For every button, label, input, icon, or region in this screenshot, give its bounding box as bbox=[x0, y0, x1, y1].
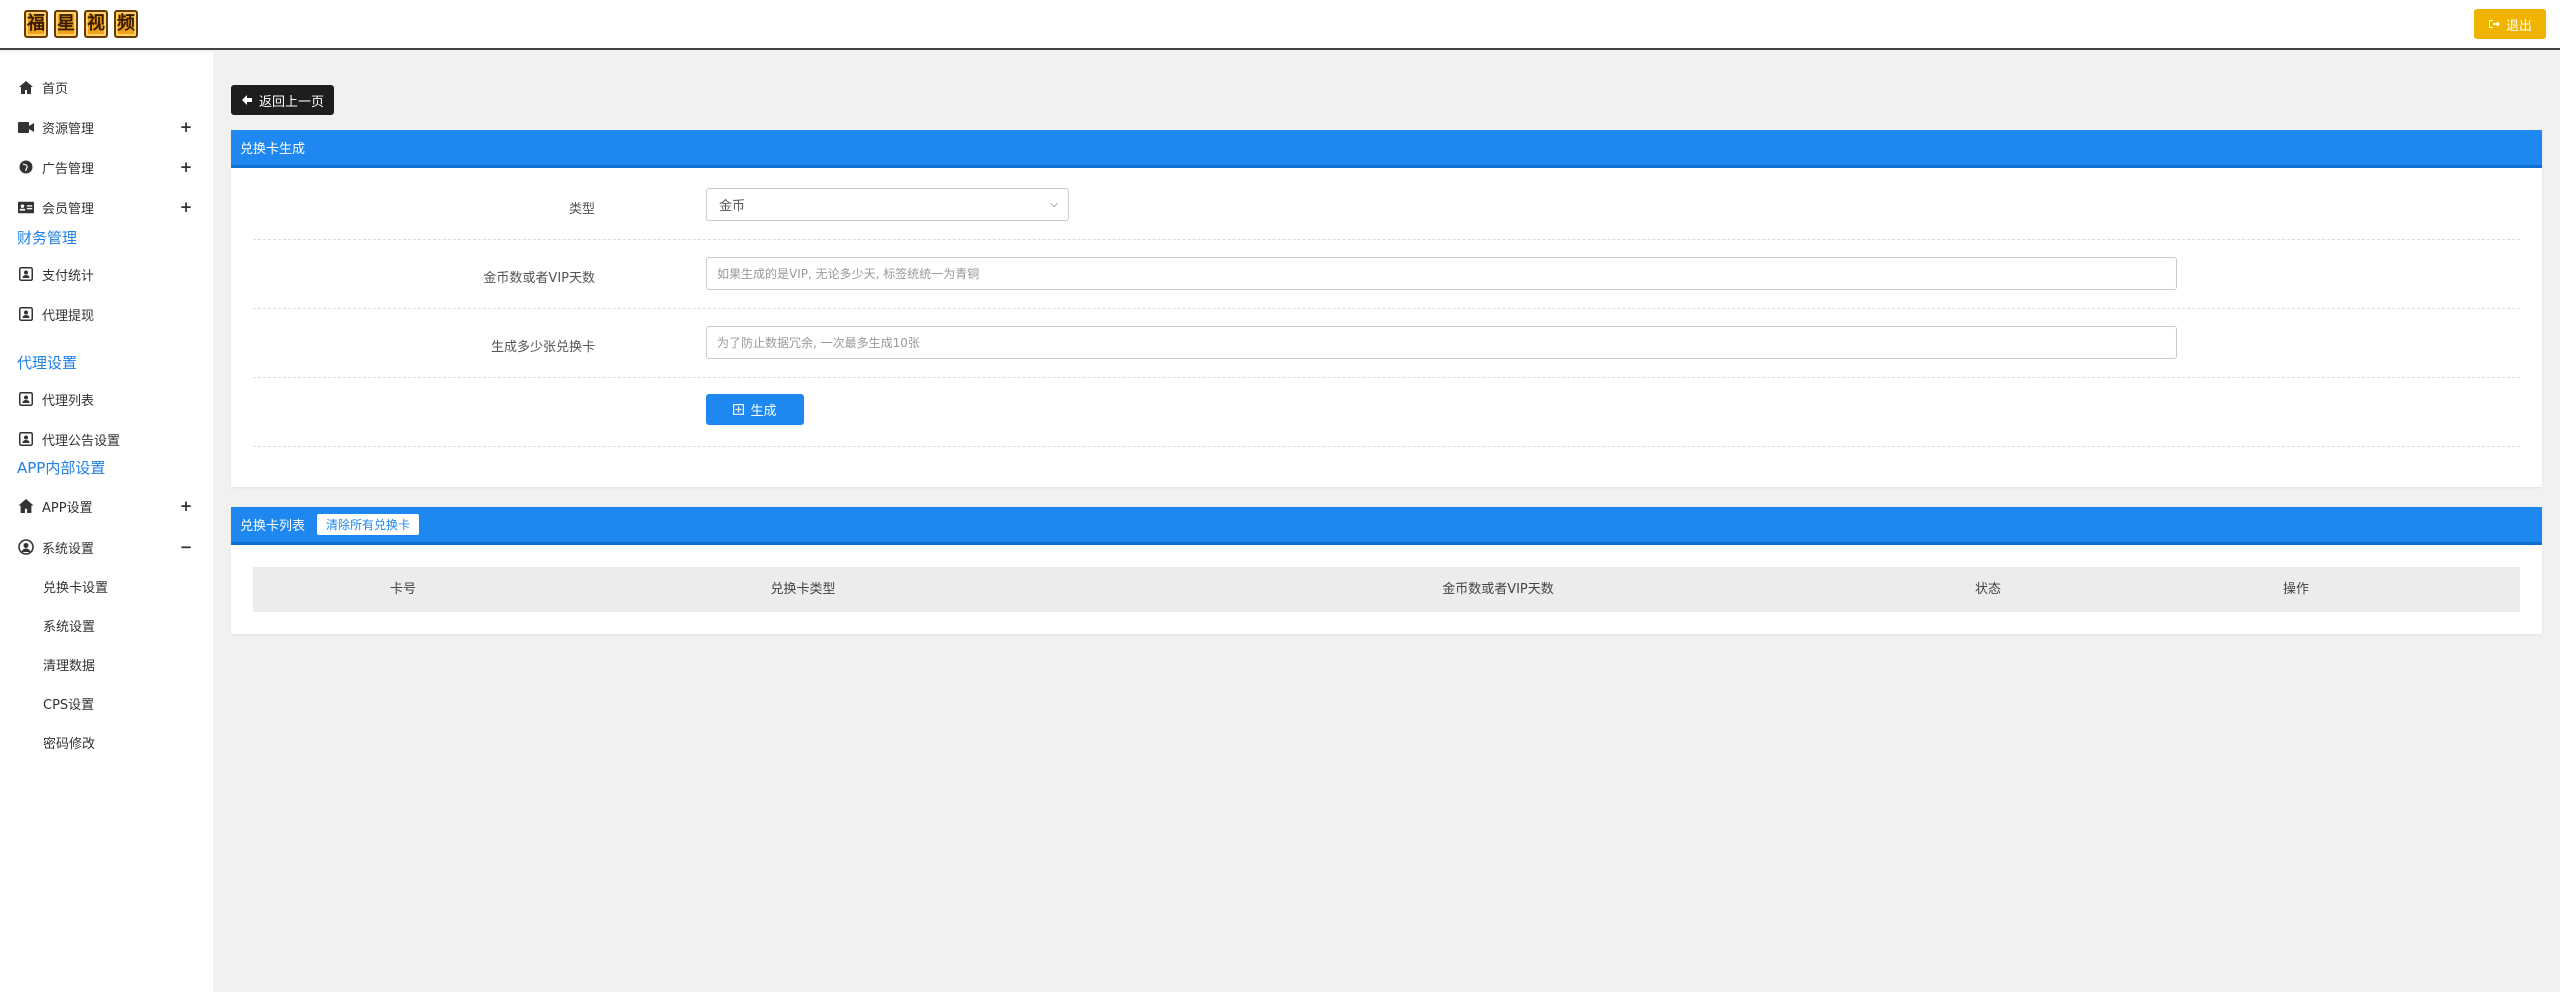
plus-square-icon bbox=[733, 404, 745, 415]
clear-all-cards-button[interactable]: 清除所有兑换卡 bbox=[317, 514, 420, 535]
arrow-left-icon bbox=[241, 95, 252, 105]
plus-icon[interactable]: + bbox=[179, 497, 193, 515]
type-select-value: 金币 bbox=[719, 199, 746, 214]
sidebar-item-label: 会员管理 bbox=[42, 201, 95, 217]
sidebar-item-home[interactable]: 首页 bbox=[0, 75, 213, 99]
sidebar-item-label: APP设置 bbox=[42, 500, 93, 516]
globe-icon bbox=[18, 159, 34, 175]
sidebar-item-label: 首页 bbox=[42, 81, 69, 97]
column-header: 卡号 bbox=[389, 582, 416, 597]
card-generate-panel: 兑换卡生成 类型 金币 ⌵ 金币数或者VIP天数 如果生成的是VIP, 无论多少… bbox=[231, 130, 2542, 487]
sidebar-item-resources[interactable]: 资源管理 + bbox=[0, 115, 213, 139]
amount-label: 金币数或者VIP天数 bbox=[483, 271, 595, 286]
form-row-submit: 生成 bbox=[253, 378, 2520, 447]
minus-icon[interactable]: − bbox=[179, 538, 193, 556]
form-row-count: 生成多少张兑换卡 为了防止数据冗余, 一次最多生成10张 bbox=[253, 309, 2520, 378]
sidebar-item-label: 广告管理 bbox=[42, 161, 95, 177]
person-badge-icon bbox=[18, 391, 34, 407]
panel-header: 兑换卡生成 bbox=[231, 130, 2542, 168]
count-placeholder: 为了防止数据冗余, 一次最多生成10张 bbox=[717, 336, 920, 350]
sidebar-item-system-settings[interactable]: 系统设置 − bbox=[0, 535, 213, 559]
column-header: 金币数或者VIP天数 bbox=[1442, 582, 1554, 597]
user-circle-icon bbox=[18, 539, 34, 555]
back-button[interactable]: 返回上一页 bbox=[231, 85, 334, 115]
form-row-amount: 金币数或者VIP天数 如果生成的是VIP, 无论多少天, 标签统统一为青铜 bbox=[253, 240, 2520, 309]
logo-char: 福 bbox=[24, 10, 48, 38]
person-badge-icon bbox=[18, 431, 34, 447]
count-input[interactable]: 为了防止数据冗余, 一次最多生成10张 bbox=[706, 326, 2177, 359]
logo-char: 频 bbox=[114, 10, 138, 38]
section-finance: 财务管理 bbox=[17, 229, 78, 247]
form-row-type: 类型 金币 ⌵ bbox=[253, 171, 2520, 240]
logout-button[interactable]: 退出 bbox=[2474, 9, 2546, 39]
sign-out-icon bbox=[2488, 20, 2500, 28]
sidebar-item-agent-list[interactable]: 代理列表 bbox=[0, 387, 213, 411]
sidebar-sub-card-settings[interactable]: 兑换卡设置 bbox=[43, 577, 108, 596]
top-bar: 福 星 视 频 退出 bbox=[0, 0, 2560, 50]
chevron-down-icon: ⌵ bbox=[1050, 199, 1058, 210]
sidebar-item-label: 代理提现 bbox=[42, 308, 95, 324]
logout-label: 退出 bbox=[2505, 18, 2532, 34]
logo-char: 星 bbox=[54, 10, 78, 38]
card-list-panel: 兑换卡列表 清除所有兑换卡 卡号 兑换卡类型 金币数或者VIP天数 状态 操作 bbox=[231, 507, 2542, 634]
sidebar-item-agent-withdraw[interactable]: 代理提现 bbox=[0, 302, 213, 326]
sidebar-item-label: 支付统计 bbox=[42, 268, 95, 284]
panel-header: 兑换卡列表 清除所有兑换卡 bbox=[231, 507, 2542, 545]
type-label: 类型 bbox=[568, 202, 595, 217]
amount-input[interactable]: 如果生成的是VIP, 无论多少天, 标签统统一为青铜 bbox=[706, 257, 2177, 290]
sidebar-item-ads[interactable]: 广告管理 + bbox=[0, 155, 213, 179]
sidebar-item-label: 代理公告设置 bbox=[42, 433, 121, 449]
panel-title: 兑换卡生成 bbox=[240, 142, 306, 157]
sidebar-item-label: 系统设置 bbox=[42, 541, 95, 557]
site-logo[interactable]: 福 星 视 频 bbox=[24, 10, 138, 42]
sidebar-item-label: 资源管理 bbox=[42, 121, 95, 137]
sidebar-item-payment-stats[interactable]: 支付统计 bbox=[0, 262, 213, 286]
plus-icon[interactable]: + bbox=[179, 158, 193, 176]
panel-title: 兑换卡列表 bbox=[240, 519, 306, 534]
plus-icon[interactable]: + bbox=[179, 118, 193, 136]
sidebar-item-members[interactable]: 会员管理 + bbox=[0, 195, 213, 219]
sidebar-item-label: 代理列表 bbox=[42, 393, 95, 409]
table-header: 卡号 兑换卡类型 金币数或者VIP天数 状态 操作 bbox=[253, 567, 2520, 612]
sidebar-item-agent-notice[interactable]: 代理公告设置 bbox=[0, 427, 213, 451]
video-camera-icon bbox=[18, 119, 34, 135]
back-label: 返回上一页 bbox=[258, 94, 324, 110]
plus-icon[interactable]: + bbox=[179, 198, 193, 216]
count-label: 生成多少张兑换卡 bbox=[490, 340, 595, 355]
sidebar-sub-cps-settings[interactable]: CPS设置 bbox=[43, 694, 94, 713]
amount-placeholder: 如果生成的是VIP, 无论多少天, 标签统统一为青铜 bbox=[717, 267, 980, 281]
column-header: 兑换卡类型 bbox=[770, 582, 836, 597]
sidebar: 首页 资源管理 + 广告管理 + 会员管理 + 财务管理 支付统计 代理提现 代… bbox=[0, 52, 213, 992]
id-card-icon bbox=[18, 199, 34, 215]
sidebar-sub-clear-data[interactable]: 清理数据 bbox=[43, 655, 95, 674]
column-header: 操作 bbox=[2282, 582, 2309, 597]
person-badge-icon bbox=[18, 306, 34, 322]
section-agent: 代理设置 bbox=[17, 354, 78, 372]
generate-label: 生成 bbox=[750, 404, 777, 419]
logo-char: 视 bbox=[84, 10, 108, 38]
sidebar-sub-change-password[interactable]: 密码修改 bbox=[43, 733, 95, 752]
column-header: 状态 bbox=[1974, 582, 2001, 597]
person-badge-icon bbox=[18, 266, 34, 282]
type-select[interactable]: 金币 ⌵ bbox=[706, 188, 1069, 221]
home-icon bbox=[18, 79, 34, 95]
generate-button[interactable]: 生成 bbox=[706, 394, 804, 425]
sidebar-sub-system-settings[interactable]: 系统设置 bbox=[43, 616, 95, 635]
sidebar-item-app-settings[interactable]: APP设置 + bbox=[0, 494, 213, 518]
home-icon bbox=[18, 498, 34, 514]
section-app: APP内部设置 bbox=[17, 459, 106, 477]
